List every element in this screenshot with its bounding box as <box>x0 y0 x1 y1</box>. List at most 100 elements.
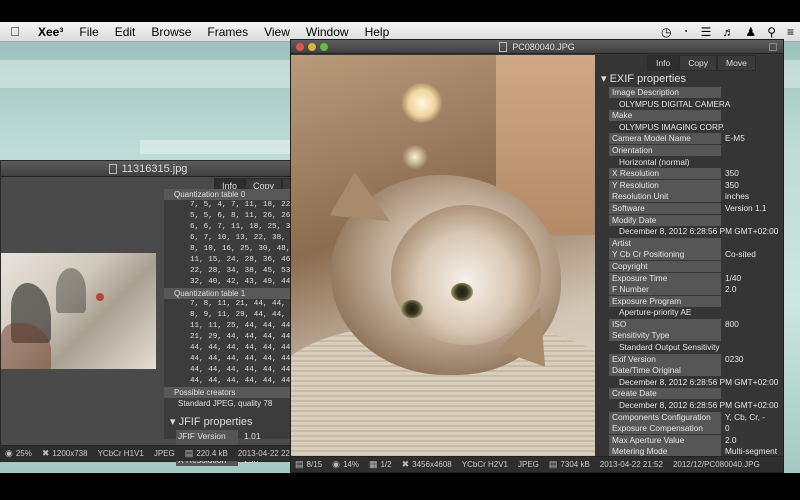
quant-row: 22, 28, 34, 38, 45, 53, 53, 44, <box>190 267 297 275</box>
exif-section-title[interactable]: ▾ EXIF properties <box>601 72 686 85</box>
menu-file[interactable]: File <box>71 25 106 39</box>
dimensions-value: 1200x738 <box>52 449 88 458</box>
exif-key: Image Description <box>609 87 721 98</box>
user-icon[interactable]: ♟ <box>745 25 756 39</box>
exif-row: Make <box>609 110 783 122</box>
back-image-window[interactable]: 11316315.jpg Info Copy Mov Quantization … <box>0 160 316 466</box>
exif-key: Copyright <box>609 260 721 272</box>
exif-key: Exif Version <box>609 353 721 365</box>
exif-subvalue-row: Standard Output Sensitivity <box>609 342 783 354</box>
exif-subvalue: Aperture-priority AE <box>619 307 692 318</box>
exif-key: ISO <box>609 318 721 330</box>
quant-row: 7, 8, 11, 21, 44, 44, 44, 44, <box>190 300 297 308</box>
document-icon <box>108 163 117 174</box>
exif-key: Artist <box>609 237 721 249</box>
exif-row: X Resolution 350 <box>609 168 783 180</box>
exif-row: Y Cb Cr Positioning Co-sited <box>609 249 783 261</box>
fullscreen-icon[interactable] <box>769 43 777 51</box>
exif-value: 2.0 <box>725 434 737 445</box>
menu-browse[interactable]: Browse <box>143 25 199 39</box>
exif-row: Exposure Time 1/40 <box>609 272 783 285</box>
minimize-button[interactable] <box>308 43 316 51</box>
jfif-section-title[interactable]: ▾ JFIF properties <box>164 409 297 430</box>
zoom-value: 14% <box>342 460 359 469</box>
letterbox-top <box>0 0 800 22</box>
front-status-bar: ▤ 8/15 ◉ 14% ▦ 1/2 ✖ 3456x4608 YCbCr H2V1 JP… <box>291 456 783 472</box>
window-controls <box>296 43 328 51</box>
menu-edit[interactable]: Edit <box>107 25 144 39</box>
exif-key: Components Configuration <box>609 411 721 423</box>
back-info-panel: Quantization table 0 7, 5, 4, 7, 11, 18,… <box>164 189 297 466</box>
exif-key: Exposure Time <box>609 272 721 284</box>
painting-image <box>1 253 156 369</box>
quant-row: 44, 44, 44, 44, 44, 44, 44, 44, <box>190 366 297 374</box>
menu-frames[interactable]: Frames <box>199 25 256 39</box>
quant-row: 6, 6, 7, 11, 18, 25, 30, 25, <box>190 223 297 231</box>
exif-key: Software <box>609 202 721 214</box>
info-panel: Info Copy Move ▾ EXIF properties Image D… <box>595 55 783 458</box>
filesize-icon: ▤ <box>184 448 194 458</box>
menu-app-name[interactable]: Xee³ <box>30 25 71 39</box>
index-value: 8/15 <box>306 460 323 469</box>
exif-key: Max Aperture Value <box>609 434 721 446</box>
tab-move[interactable]: Move <box>717 55 756 71</box>
menu-help[interactable]: Help <box>357 25 398 39</box>
exif-key: Create Date <box>609 388 721 400</box>
exif-row: Copyright <box>609 260 783 273</box>
dimensions-value: 3456x4608 <box>412 460 452 469</box>
menu-window[interactable]: Window <box>298 25 357 39</box>
tab-info[interactable]: Info <box>647 55 680 71</box>
exif-key: Camera Model Name <box>609 133 721 145</box>
exif-key: Y Resolution <box>609 179 721 191</box>
exif-row: Camera Model Name E-M5 <box>609 133 783 145</box>
exif-title: EXIF properties <box>609 73 686 85</box>
back-window-title: 11316315.jpg <box>121 162 188 175</box>
exif-row: F Number 2.0 <box>609 284 783 296</box>
exif-row: Modify Date <box>609 214 783 227</box>
wifi-icon[interactable]: ☰ <box>701 25 712 39</box>
exif-key: Resolution Unit <box>609 191 721 203</box>
color-value: YCbCr H1V1 <box>97 449 144 458</box>
exif-subvalue: Horizontal (normal) <box>619 156 690 167</box>
exif-row: Image Description <box>609 87 783 99</box>
search-icon[interactable]: ⚲ <box>767 25 776 39</box>
front-window-titlebar[interactable]: PC080040.JPG <box>291 40 783 54</box>
exif-key: Sensitivity Type <box>609 330 721 342</box>
exif-subvalue-row: Horizontal (normal) <box>609 157 783 169</box>
apple-icon[interactable]:  <box>0 24 30 39</box>
exif-key: Exposure Compensation <box>609 423 721 435</box>
exif-row: Software Version 1.1 <box>609 202 783 215</box>
bluetooth-icon[interactable]: ᛫ <box>682 25 689 39</box>
exif-subvalue-row: December 8, 2012 6:28:56 PM GMT+02:00 <box>609 400 783 412</box>
list-icon[interactable]: ≡ <box>787 25 794 39</box>
front-image-window[interactable]: PC080040.JPG Info Copy Move ▾ EXIF prope… <box>290 39 784 473</box>
quant-row: 6, 7, 10, 13, 22, 38, 35, 27, <box>190 234 297 242</box>
close-button[interactable] <box>296 43 304 51</box>
exif-value: Co-sited <box>725 249 756 260</box>
exif-row: Exposure Program <box>609 295 783 308</box>
menu-view[interactable]: View <box>256 25 298 39</box>
exif-row: Components Configuration Y, Cb, Cr, - <box>609 411 783 424</box>
filesize-icon: ▤ <box>548 459 558 469</box>
exif-row: Exif Version 0230 <box>609 353 783 366</box>
exif-value: Version 1.1 <box>725 202 767 213</box>
zoom-button[interactable] <box>320 43 328 51</box>
size-value: 7304 kB <box>560 460 590 469</box>
back-status-bar: ◉ 25% ✖ 1200x738 YCbCr H1V1 JPEG ▤ 220.4 kB… <box>1 445 295 461</box>
time-machine-icon[interactable]: ◷ <box>661 25 671 39</box>
exif-value: 350 <box>725 179 739 190</box>
exif-subvalue-row: December 8, 2012 6:28:56 PM GMT+02:00 <box>609 226 783 238</box>
back-window-titlebar[interactable]: 11316315.jpg <box>1 161 295 177</box>
browse-icon: ▤ <box>295 459 304 469</box>
exif-value: inches <box>725 191 749 202</box>
date-value: 2013-04-22 21:52 <box>599 460 663 469</box>
exif-list: Image Description OLYMPUS DIGITAL CAMERA M… <box>609 87 783 458</box>
document-icon <box>499 41 508 52</box>
tab-copy[interactable]: Copy <box>679 55 718 71</box>
frame-icon: ▦ <box>368 459 378 469</box>
volume-icon[interactable]: ♬ <box>722 25 734 39</box>
jfif-row: JFIF Version 1.01 <box>176 430 261 442</box>
exif-row: Max Aperture Value 2.0 <box>609 434 783 447</box>
format-value: JPEG <box>153 449 175 458</box>
exif-key: X Resolution <box>609 168 721 180</box>
